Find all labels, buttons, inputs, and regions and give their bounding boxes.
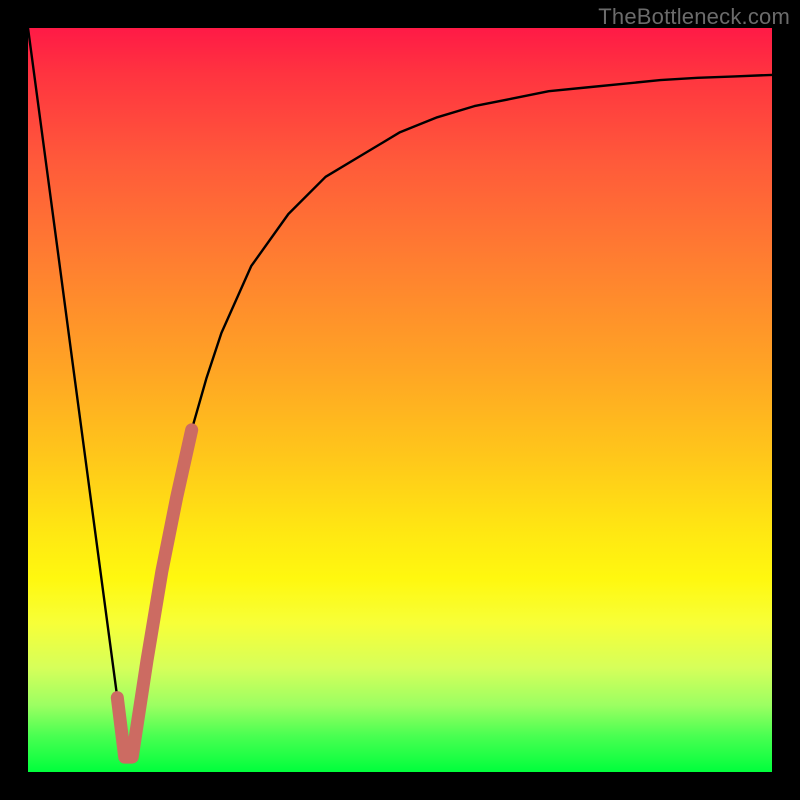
plot-area bbox=[28, 28, 772, 772]
highlight-segment bbox=[117, 430, 191, 757]
watermark-text: TheBottleneck.com bbox=[598, 4, 790, 30]
bottleneck-curve bbox=[28, 28, 772, 757]
chart-frame: TheBottleneck.com bbox=[0, 0, 800, 800]
curve-svg bbox=[28, 28, 772, 772]
